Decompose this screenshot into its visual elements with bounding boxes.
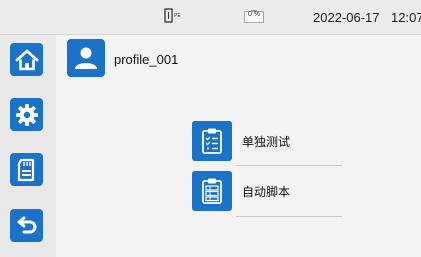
status-bar: PE 0 % 2022-06-17 12:07 bbox=[0, 0, 421, 35]
status-date: 2022-06-17 bbox=[313, 10, 380, 25]
menu-divider bbox=[236, 216, 342, 217]
pe-connection-icon: PE bbox=[164, 8, 182, 29]
checklist-clipboard-icon bbox=[202, 128, 222, 154]
battery-indicator: 0 % bbox=[244, 10, 264, 23]
status-time: 12:07 bbox=[391, 10, 421, 25]
menu-divider bbox=[236, 165, 342, 166]
profile-button[interactable] bbox=[67, 39, 105, 77]
menu-item-single-test[interactable]: 单独测试 bbox=[192, 119, 350, 166]
main-panel: profile_001 单独测试 自动脚本 bbox=[58, 35, 421, 257]
battery-level: 0 % bbox=[247, 11, 261, 18]
menu-icon-tile bbox=[192, 171, 232, 211]
profile-name: profile_001 bbox=[114, 52, 179, 67]
back-arrow-icon bbox=[17, 216, 36, 233]
user-icon bbox=[75, 47, 97, 69]
script-clipboard-icon bbox=[202, 178, 222, 204]
menu-item-label: 自动脚本 bbox=[242, 185, 291, 199]
pe-label: PE bbox=[174, 13, 181, 19]
sd-card-icon bbox=[17, 158, 34, 181]
sidebar bbox=[0, 35, 56, 257]
sd-card-button[interactable] bbox=[10, 153, 43, 186]
back-button[interactable] bbox=[10, 209, 43, 242]
menu-item-auto-script[interactable]: 自动脚本 bbox=[192, 169, 350, 217]
menu-item-label: 单独测试 bbox=[242, 135, 291, 149]
settings-button[interactable] bbox=[10, 98, 43, 131]
home-icon bbox=[15, 49, 38, 70]
menu-icon-tile bbox=[192, 121, 232, 161]
gear-icon bbox=[15, 103, 38, 126]
device-screen: PE 0 % 2022-06-17 12:07 profile_001 单独测试… bbox=[0, 0, 421, 257]
home-button[interactable] bbox=[10, 43, 43, 76]
